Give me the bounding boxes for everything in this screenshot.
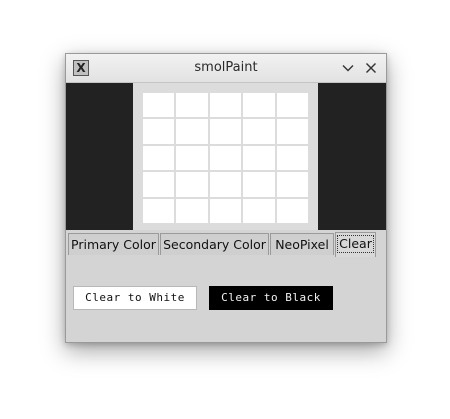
pixel-cell[interactable] bbox=[209, 119, 242, 144]
pixel-cell[interactable] bbox=[243, 93, 275, 118]
pixel-cell[interactable] bbox=[243, 198, 275, 223]
pixel-cell[interactable] bbox=[243, 145, 275, 171]
pixel-cell[interactable] bbox=[243, 119, 275, 144]
tab-label: Primary Color bbox=[71, 237, 156, 252]
title-bar[interactable]: X smolPaint bbox=[66, 54, 386, 83]
tab-label: Clear bbox=[337, 235, 374, 253]
tab-label: Secondary Color bbox=[163, 237, 266, 252]
pixel-cell[interactable] bbox=[176, 93, 208, 118]
tab-neopixel[interactable]: NeoPixel bbox=[270, 233, 334, 255]
pixel-cell[interactable] bbox=[276, 119, 308, 144]
tab-secondary-color[interactable]: Secondary Color bbox=[160, 233, 269, 255]
canvas-area bbox=[66, 83, 386, 230]
tab-clear[interactable]: Clear bbox=[335, 232, 376, 257]
window-title: smolPaint bbox=[194, 60, 258, 75]
pixel-cell[interactable] bbox=[143, 145, 175, 171]
clear-to-black-button[interactable]: Clear to Black bbox=[209, 286, 333, 310]
pixel-cell[interactable] bbox=[143, 119, 175, 144]
chevron-down-icon[interactable] bbox=[340, 60, 356, 76]
app-window: X smolPaint Primary Color Secondary Colo… bbox=[65, 53, 387, 343]
pixel-cell[interactable] bbox=[209, 145, 242, 171]
pixel-cell[interactable] bbox=[276, 93, 308, 118]
clear-panel: Clear to White Clear to Black bbox=[66, 257, 386, 342]
pixel-cell[interactable] bbox=[276, 172, 308, 197]
clear-to-white-button[interactable]: Clear to White bbox=[73, 286, 197, 310]
tab-bar: Primary Color Secondary Color NeoPixel C… bbox=[66, 231, 386, 258]
pixel-cell[interactable] bbox=[143, 93, 175, 118]
pixel-cell[interactable] bbox=[276, 198, 308, 223]
pixel-cell[interactable] bbox=[276, 145, 308, 171]
pixel-cell[interactable] bbox=[243, 172, 275, 197]
pixel-cell[interactable] bbox=[209, 172, 242, 197]
tab-primary-color[interactable]: Primary Color bbox=[68, 233, 159, 255]
pixel-cell[interactable] bbox=[143, 172, 175, 197]
pixel-cell[interactable] bbox=[209, 198, 242, 223]
pixel-cell[interactable] bbox=[176, 145, 208, 171]
canvas-background bbox=[133, 83, 318, 230]
close-icon[interactable] bbox=[363, 60, 379, 76]
tab-label: NeoPixel bbox=[275, 237, 329, 252]
pixel-cell[interactable] bbox=[143, 198, 175, 223]
pixel-cell[interactable] bbox=[176, 198, 208, 223]
pixel-cell[interactable] bbox=[209, 93, 242, 118]
pixel-cell[interactable] bbox=[176, 119, 208, 144]
pixel-cell[interactable] bbox=[176, 172, 208, 197]
pixel-grid bbox=[143, 93, 308, 223]
